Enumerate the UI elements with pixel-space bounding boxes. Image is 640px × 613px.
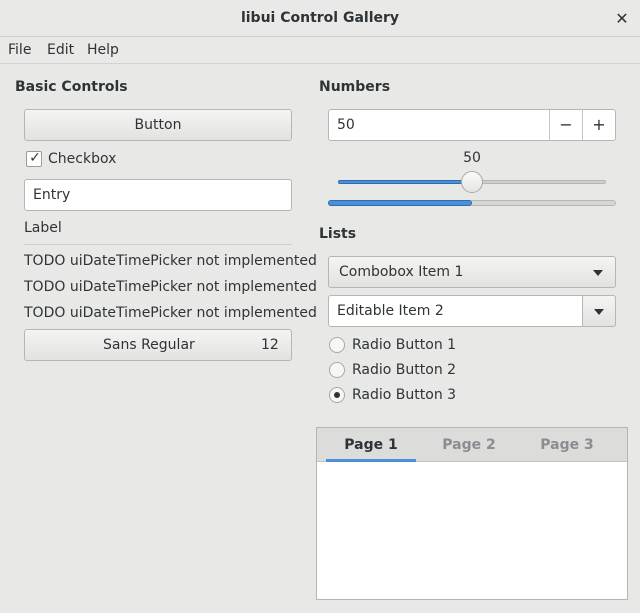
tab-page-2[interactable]: Page 2	[424, 428, 514, 462]
radio-selected-dot	[334, 392, 340, 398]
progress-fill	[328, 200, 472, 206]
entry-field[interactable]: Entry	[24, 179, 292, 211]
chevron-down-icon	[593, 270, 603, 276]
editable-combobox-dropdown[interactable]	[582, 295, 616, 327]
radio-button-2-label[interactable]: Radio Button 2	[352, 361, 456, 379]
menu-edit[interactable]: Edit	[47, 37, 74, 64]
combobox[interactable]: Combobox Item 1	[328, 256, 616, 288]
font-size: 12	[261, 337, 279, 353]
font-name: Sans Regular	[103, 337, 195, 353]
checkmark-icon: ✓	[29, 150, 41, 166]
radio-button-3-label[interactable]: Radio Button 3	[352, 386, 456, 404]
radio-button-2[interactable]	[329, 362, 345, 378]
radio-button-1-label[interactable]: Radio Button 1	[352, 336, 456, 354]
window-title: libui Control Gallery	[240, 10, 400, 26]
date-picker-placeholder: TODO uiDateTimePicker not implemented	[24, 279, 317, 295]
slider-handle[interactable]	[461, 171, 483, 193]
numbers-heading: Numbers	[319, 79, 391, 95]
separator	[24, 244, 292, 245]
radio-button-1[interactable]	[329, 337, 345, 353]
button[interactable]: Button	[24, 109, 292, 141]
basic-controls-heading: Basic Controls	[15, 79, 128, 95]
tab-page-1[interactable]: Page 1	[326, 428, 416, 462]
active-tab-indicator	[326, 459, 416, 462]
editable-combobox-value: Editable Item 2	[337, 303, 444, 319]
tab-page-3[interactable]: Page 3	[522, 428, 612, 462]
chevron-down-icon	[594, 309, 604, 315]
close-icon[interactable]: ✕	[612, 9, 632, 29]
checkbox[interactable]: ✓	[26, 150, 42, 167]
entry-value: Entry	[33, 187, 71, 203]
menu-help[interactable]: Help	[87, 37, 119, 64]
slider-value-label: 50	[463, 150, 481, 166]
checkbox-label[interactable]: Checkbox	[48, 150, 116, 168]
radio-button-3[interactable]	[329, 387, 345, 403]
combobox-selected: Combobox Item 1	[339, 264, 464, 280]
label: Label	[24, 220, 62, 236]
menu-file[interactable]: File	[8, 37, 31, 64]
datetime-picker-placeholder: TODO uiDateTimePicker not implemented	[24, 253, 317, 269]
minus-icon[interactable]: −	[550, 110, 582, 140]
button-label: Button	[134, 117, 182, 133]
font-button[interactable]: Sans Regular 12	[24, 329, 292, 361]
editable-combobox[interactable]: Editable Item 2	[328, 295, 616, 327]
spinbox-value: 50	[337, 117, 355, 133]
plus-icon[interactable]: +	[583, 110, 615, 140]
time-picker-placeholder: TODO uiDateTimePicker not implemented	[24, 305, 317, 321]
slider-fill	[338, 180, 472, 184]
lists-heading: Lists	[319, 226, 357, 242]
